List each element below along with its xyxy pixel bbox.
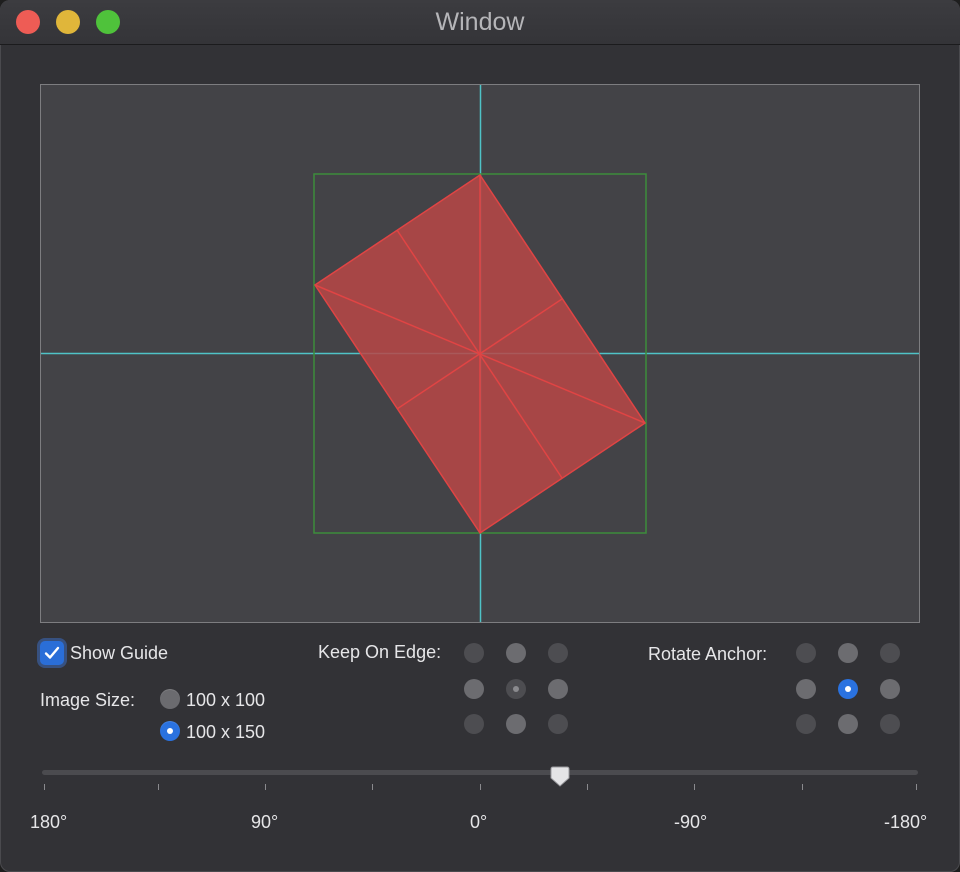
slider-label-180: 180° — [30, 812, 68, 832]
keep-on-edge-left[interactable] — [464, 679, 484, 699]
slider-thumb-icon[interactable] — [550, 766, 570, 788]
slider-tick — [694, 784, 695, 790]
rotate-anchor-left[interactable] — [796, 679, 816, 699]
rotate-anchor-top-left[interactable] — [796, 643, 816, 663]
image-size-100x150-radio[interactable] — [160, 721, 180, 741]
rotate-anchor-center[interactable] — [838, 679, 858, 699]
slider-tick — [587, 784, 588, 790]
window-title: Window — [435, 8, 525, 36]
rotate-anchor-top-right[interactable] — [880, 643, 900, 663]
title-bar: Window — [0, 0, 960, 45]
app-window: Window Show Guide Image Size: 100 x 100 … — [0, 0, 960, 872]
slider-tick — [44, 784, 45, 790]
image-size-100x100-radio[interactable] — [160, 689, 180, 709]
image-size-label: Image Size: — [40, 690, 136, 710]
slider-label-0: 0° — [470, 812, 488, 832]
slider-tick — [480, 784, 481, 790]
slider-tick — [158, 784, 159, 790]
keep-on-edge-top-left[interactable] — [464, 643, 484, 663]
preview-drawing — [41, 85, 919, 622]
show-guide-label: Show Guide — [70, 643, 169, 663]
slider-label-minus-180: -180° — [884, 812, 928, 832]
rotate-anchor-bottom-right[interactable] — [880, 714, 900, 734]
keep-on-edge-bottom[interactable] — [506, 714, 526, 734]
keep-on-edge-bottom-right[interactable] — [548, 714, 568, 734]
show-guide-checkbox[interactable] — [40, 641, 64, 665]
rotation-slider-track[interactable] — [42, 770, 918, 775]
keep-on-edge-center — [506, 679, 526, 699]
rotate-anchor-right[interactable] — [880, 679, 900, 699]
image-size-100x150-label: 100 x 150 — [186, 722, 266, 742]
rotate-anchor-bottom[interactable] — [838, 714, 858, 734]
rotate-anchor-label: Rotate Anchor: — [648, 644, 768, 664]
keep-on-edge-bottom-left[interactable] — [464, 714, 484, 734]
keep-on-edge-top-right[interactable] — [548, 643, 568, 663]
slider-tick — [802, 784, 803, 790]
checkmark-icon — [44, 646, 60, 659]
preview-canvas — [40, 84, 920, 623]
slider-label-90: 90° — [251, 812, 279, 832]
rotate-anchor-bottom-left[interactable] — [796, 714, 816, 734]
keep-on-edge-top[interactable] — [506, 643, 526, 663]
slider-tick — [916, 784, 917, 790]
slider-tick — [265, 784, 266, 790]
slider-label-minus-90: -90° — [674, 812, 708, 832]
keep-on-edge-right[interactable] — [548, 679, 568, 699]
keep-on-edge-label: Keep On Edge: — [318, 642, 442, 662]
image-size-100x100-label: 100 x 100 — [186, 690, 266, 710]
rotate-anchor-top[interactable] — [838, 643, 858, 663]
slider-tick — [372, 784, 373, 790]
